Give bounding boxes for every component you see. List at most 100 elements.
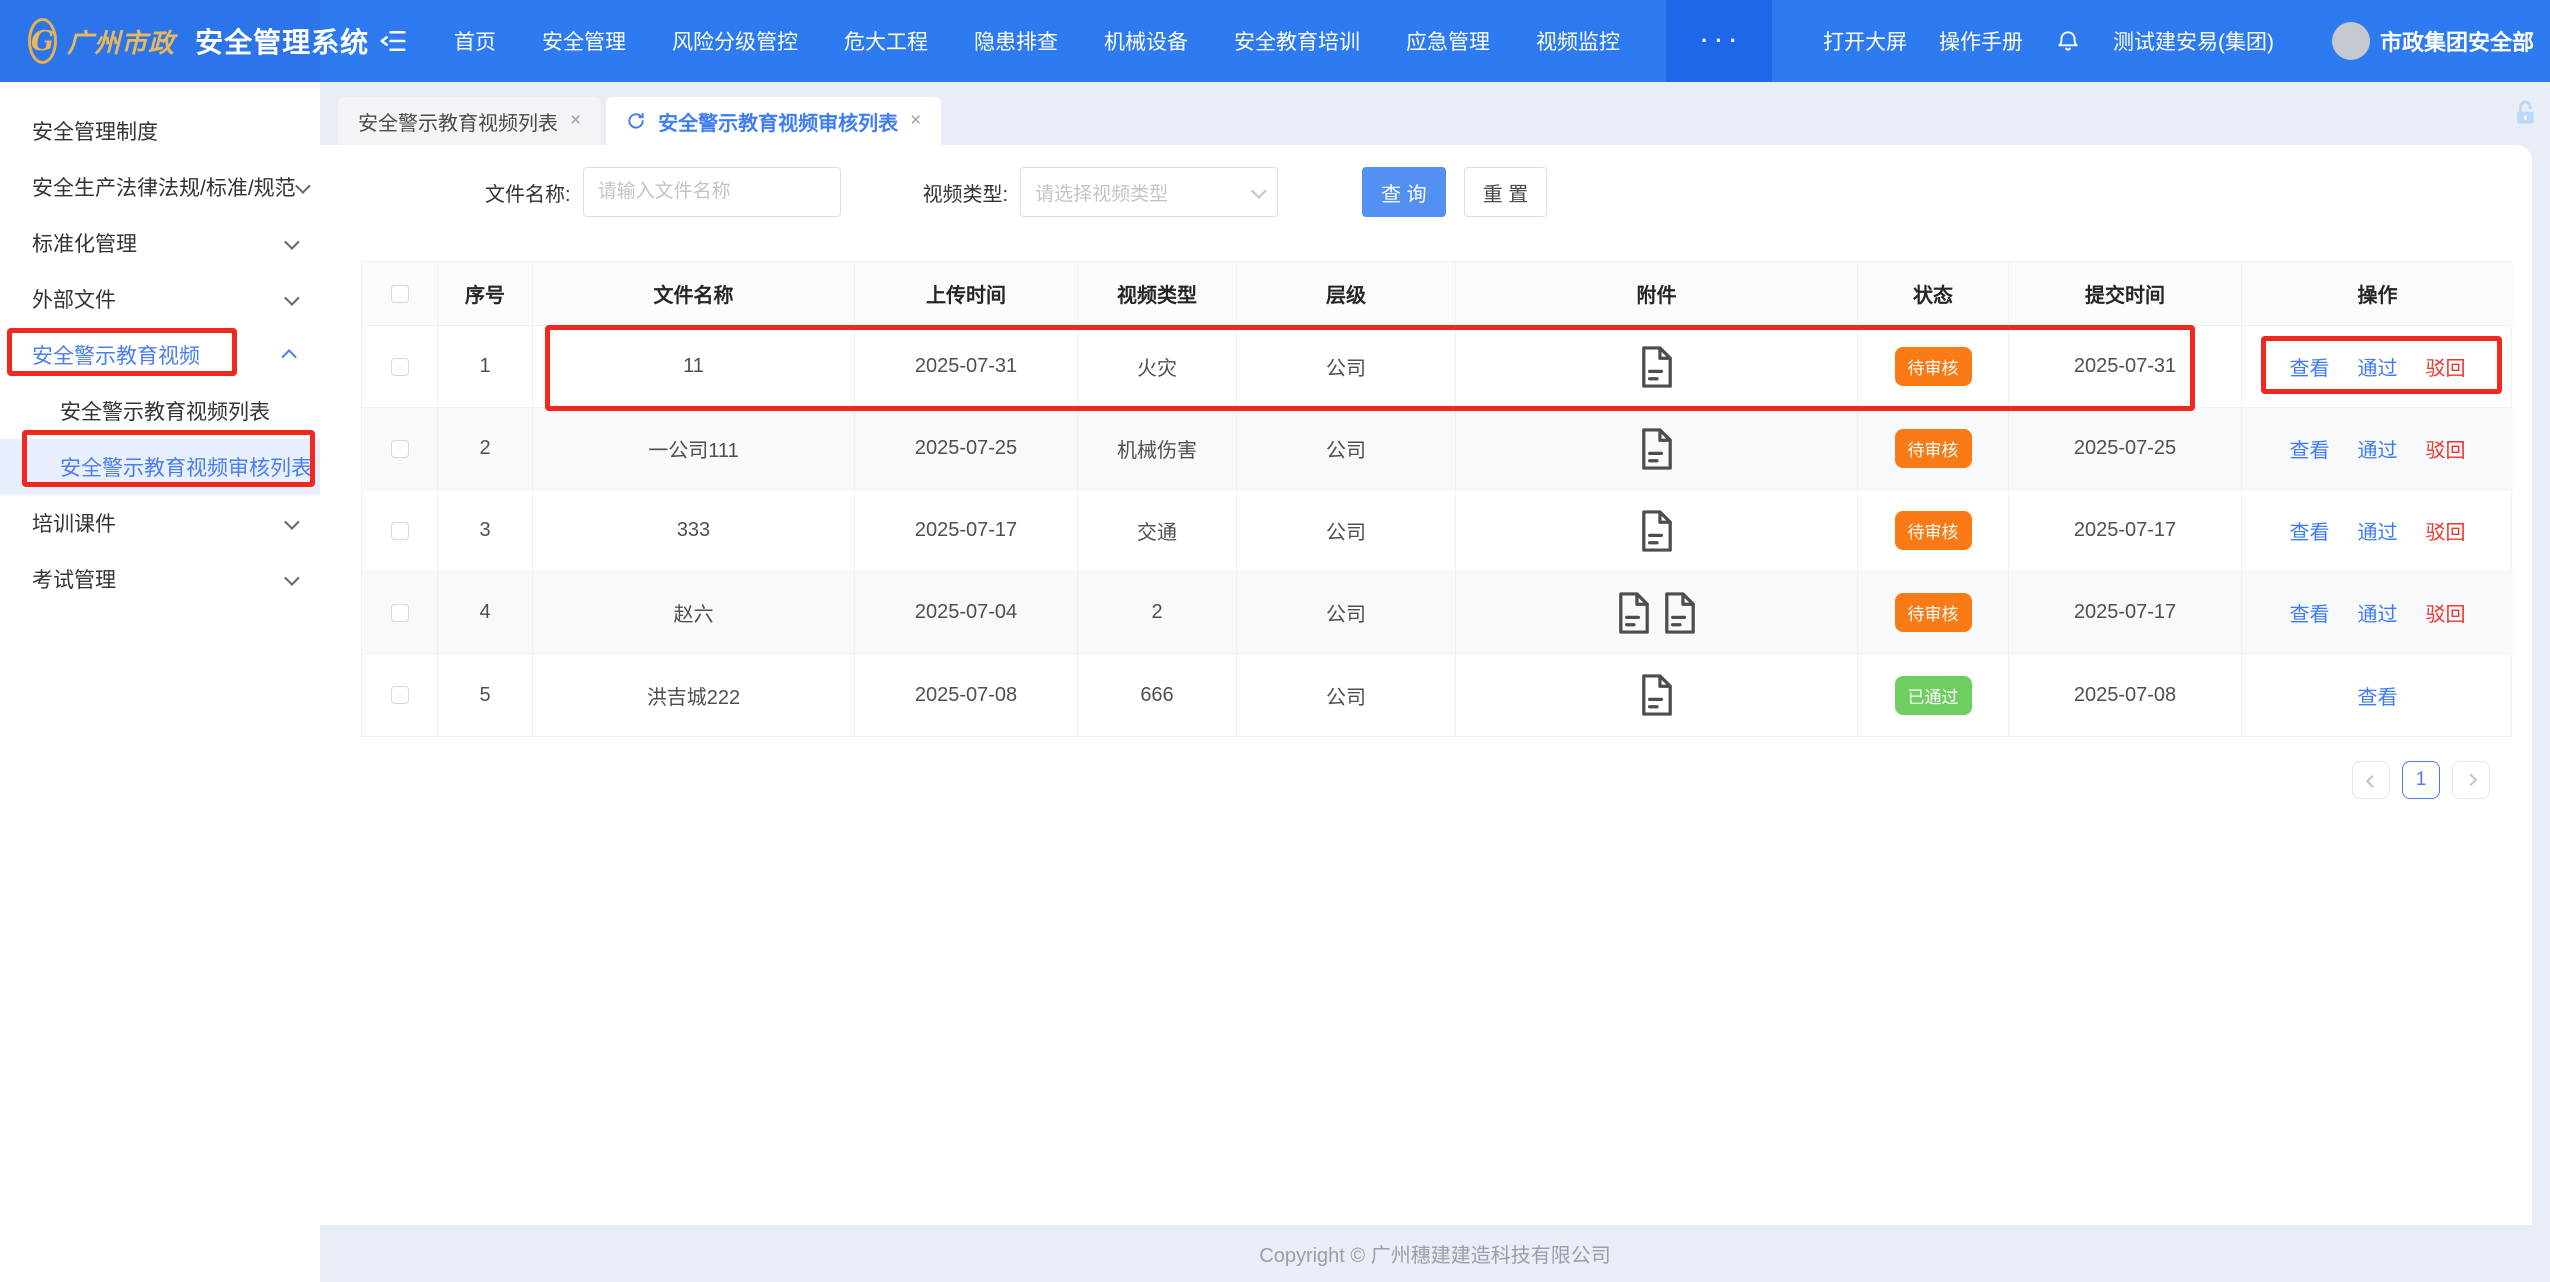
upload-time-cell: 2025-07-04 bbox=[855, 572, 1078, 654]
level-cell: 公司 bbox=[1237, 408, 1456, 490]
action-link[interactable]: 驳回 bbox=[2426, 352, 2466, 381]
sidebar-item[interactable]: 安全管理制度 bbox=[0, 103, 320, 159]
sidebar-subitem[interactable]: 安全警示教育视频审核列表 bbox=[0, 439, 320, 495]
header-checkbox-cell bbox=[362, 262, 438, 326]
next-page-button[interactable] bbox=[2452, 761, 2490, 799]
actions-cell: 查看 bbox=[2242, 654, 2513, 736]
nav-item[interactable]: 机械设备 bbox=[1104, 26, 1188, 56]
action-link[interactable]: 通过 bbox=[2358, 434, 2398, 463]
tenant-switcher[interactable]: 测试建安易(集团) bbox=[2113, 26, 2274, 56]
row-checkbox[interactable] bbox=[391, 440, 409, 458]
document-icon[interactable] bbox=[1639, 509, 1675, 553]
document-icon[interactable] bbox=[1616, 591, 1652, 635]
action-link[interactable]: 查看 bbox=[2290, 434, 2330, 463]
menu-fold-icon[interactable] bbox=[378, 26, 408, 56]
row-index: 4 bbox=[438, 572, 533, 654]
avatar[interactable] bbox=[2332, 22, 2370, 60]
select-all-checkbox[interactable] bbox=[391, 285, 409, 303]
nav-menu-items: 首页 安全管理 风险分级管控 危大工程 隐患排查 机械设备 安全教育培训 应急管理 视频监控 bbox=[454, 26, 1620, 56]
action-link[interactable]: 通过 bbox=[2358, 598, 2398, 627]
action-link[interactable]: 查看 bbox=[2290, 352, 2330, 381]
close-icon[interactable]: × bbox=[910, 110, 921, 132]
action-link[interactable]: 驳回 bbox=[2426, 516, 2466, 545]
row-checkbox-cell bbox=[362, 654, 438, 736]
column-header: 上传时间 bbox=[855, 262, 1078, 326]
user-department[interactable]: 市政集团安全部 bbox=[2380, 25, 2534, 57]
top-navbar: G 广州市政 安全管理系统 首页安全管理风险分级管控危大工程隐患排查机械设备安全… bbox=[0, 0, 2550, 82]
sidebar-subitem[interactable]: 安全警示教育视频列表 bbox=[0, 383, 320, 439]
action-link[interactable]: 查看 bbox=[2358, 681, 2398, 710]
sync-icon[interactable] bbox=[626, 111, 646, 131]
sidebar-item[interactable]: 安全生产法律法规/标准/规范 bbox=[0, 159, 320, 215]
sidebar-item-label: 安全生产法律法规/标准/规范 bbox=[32, 172, 296, 202]
chevron-down-icon bbox=[284, 570, 300, 586]
tab-label: 安全警示教育视频列表 bbox=[358, 107, 558, 136]
nav-item[interactable]: 风险分级管控 bbox=[672, 26, 798, 56]
video-type-select[interactable]: 请选择视频类型 bbox=[1020, 167, 1278, 217]
row-checkbox[interactable] bbox=[391, 686, 409, 704]
nav-item[interactable]: 安全教育培训 bbox=[1234, 26, 1360, 56]
chevron-down-icon bbox=[295, 178, 311, 194]
table-row: 4赵六2025-07-042公司待审核2025-07-17查看通过驳回 bbox=[362, 572, 2511, 654]
tab-video-list[interactable]: 安全警示教育视频列表 × bbox=[338, 97, 601, 145]
nav-item[interactable]: 安全管理 bbox=[542, 26, 626, 56]
row-index: 2 bbox=[438, 408, 533, 490]
status-cell: 待审核 bbox=[1858, 408, 2009, 490]
document-icon[interactable] bbox=[1662, 591, 1698, 635]
file-name-input[interactable] bbox=[583, 167, 841, 217]
status-badge: 待审核 bbox=[1895, 429, 1972, 468]
status-cell: 已通过 bbox=[1858, 654, 2009, 736]
document-icon[interactable] bbox=[1639, 673, 1675, 717]
page-number-button[interactable]: 1 bbox=[2402, 761, 2440, 799]
manual-button[interactable]: 操作手册 bbox=[1939, 26, 2023, 56]
prev-page-button[interactable] bbox=[2352, 761, 2390, 799]
action-links: 查看通过驳回 bbox=[2290, 352, 2466, 381]
sidebar-item[interactable]: 外部文件 bbox=[0, 271, 320, 327]
nav-item[interactable]: 应急管理 bbox=[1406, 26, 1490, 56]
open-big-screen-button[interactable]: 打开大屏 bbox=[1823, 26, 1907, 56]
sidebar-item[interactable]: 标准化管理 bbox=[0, 215, 320, 271]
close-icon[interactable]: × bbox=[570, 110, 581, 132]
action-link[interactable]: 通过 bbox=[2358, 352, 2398, 381]
action-link[interactable]: 通过 bbox=[2358, 516, 2398, 545]
nav-item[interactable]: 视频监控 bbox=[1536, 26, 1620, 56]
submit-time-cell: 2025-07-17 bbox=[2009, 572, 2242, 654]
column-header: 附件 bbox=[1456, 262, 1858, 326]
nav-item[interactable]: 隐患排查 bbox=[974, 26, 1058, 56]
actions-cell: 查看通过驳回 bbox=[2242, 408, 2513, 490]
bell-icon[interactable] bbox=[2055, 28, 2081, 54]
attachment-cell bbox=[1456, 490, 1858, 572]
submit-time-cell: 2025-07-25 bbox=[2009, 408, 2242, 490]
sidebar-item-label: 外部文件 bbox=[32, 284, 285, 314]
row-checkbox[interactable] bbox=[391, 522, 409, 540]
content-area: 安全警示教育视频列表 × 安全警示教育视频审核列表 × bbox=[320, 82, 2550, 1282]
nav-item[interactable]: 危大工程 bbox=[844, 26, 928, 56]
actions-cell: 查看通过驳回 bbox=[2242, 490, 2513, 572]
action-link[interactable]: 查看 bbox=[2290, 516, 2330, 545]
action-link[interactable]: 驳回 bbox=[2426, 434, 2466, 463]
action-link[interactable]: 查看 bbox=[2290, 598, 2330, 627]
nav-item[interactable]: 首页 bbox=[454, 26, 496, 56]
submit-time-cell: 2025-07-08 bbox=[2009, 654, 2242, 736]
row-index: 5 bbox=[438, 654, 533, 736]
submit-time-cell: 2025-07-17 bbox=[2009, 490, 2242, 572]
lock-open-icon[interactable] bbox=[2510, 98, 2540, 133]
row-checkbox[interactable] bbox=[391, 604, 409, 622]
file-name-label: 文件名称: bbox=[485, 178, 571, 207]
submit-time-cell: 2025-07-31 bbox=[2009, 326, 2242, 408]
sidebar-item[interactable]: 考试管理 bbox=[0, 551, 320, 607]
row-checkbox[interactable] bbox=[391, 358, 409, 376]
document-icon[interactable] bbox=[1639, 427, 1675, 471]
tab-video-review-list[interactable]: 安全警示教育视频审核列表 × bbox=[606, 97, 941, 145]
row-checkbox-cell bbox=[362, 326, 438, 408]
reset-button[interactable]: 重 置 bbox=[1464, 167, 1548, 217]
nav-more-button[interactable]: ··· bbox=[1666, 0, 1772, 82]
search-button[interactable]: 查 询 bbox=[1362, 167, 1446, 217]
action-link[interactable]: 驳回 bbox=[2426, 598, 2466, 627]
level-cell: 公司 bbox=[1237, 326, 1456, 408]
upload-time-cell: 2025-07-31 bbox=[855, 326, 1078, 408]
sidebar-item[interactable]: 培训课件 bbox=[0, 495, 320, 551]
sidebar-item[interactable]: 安全警示教育视频 bbox=[0, 327, 320, 383]
document-icon[interactable] bbox=[1639, 345, 1675, 389]
video-type-cell: 机械伤害 bbox=[1078, 408, 1237, 490]
